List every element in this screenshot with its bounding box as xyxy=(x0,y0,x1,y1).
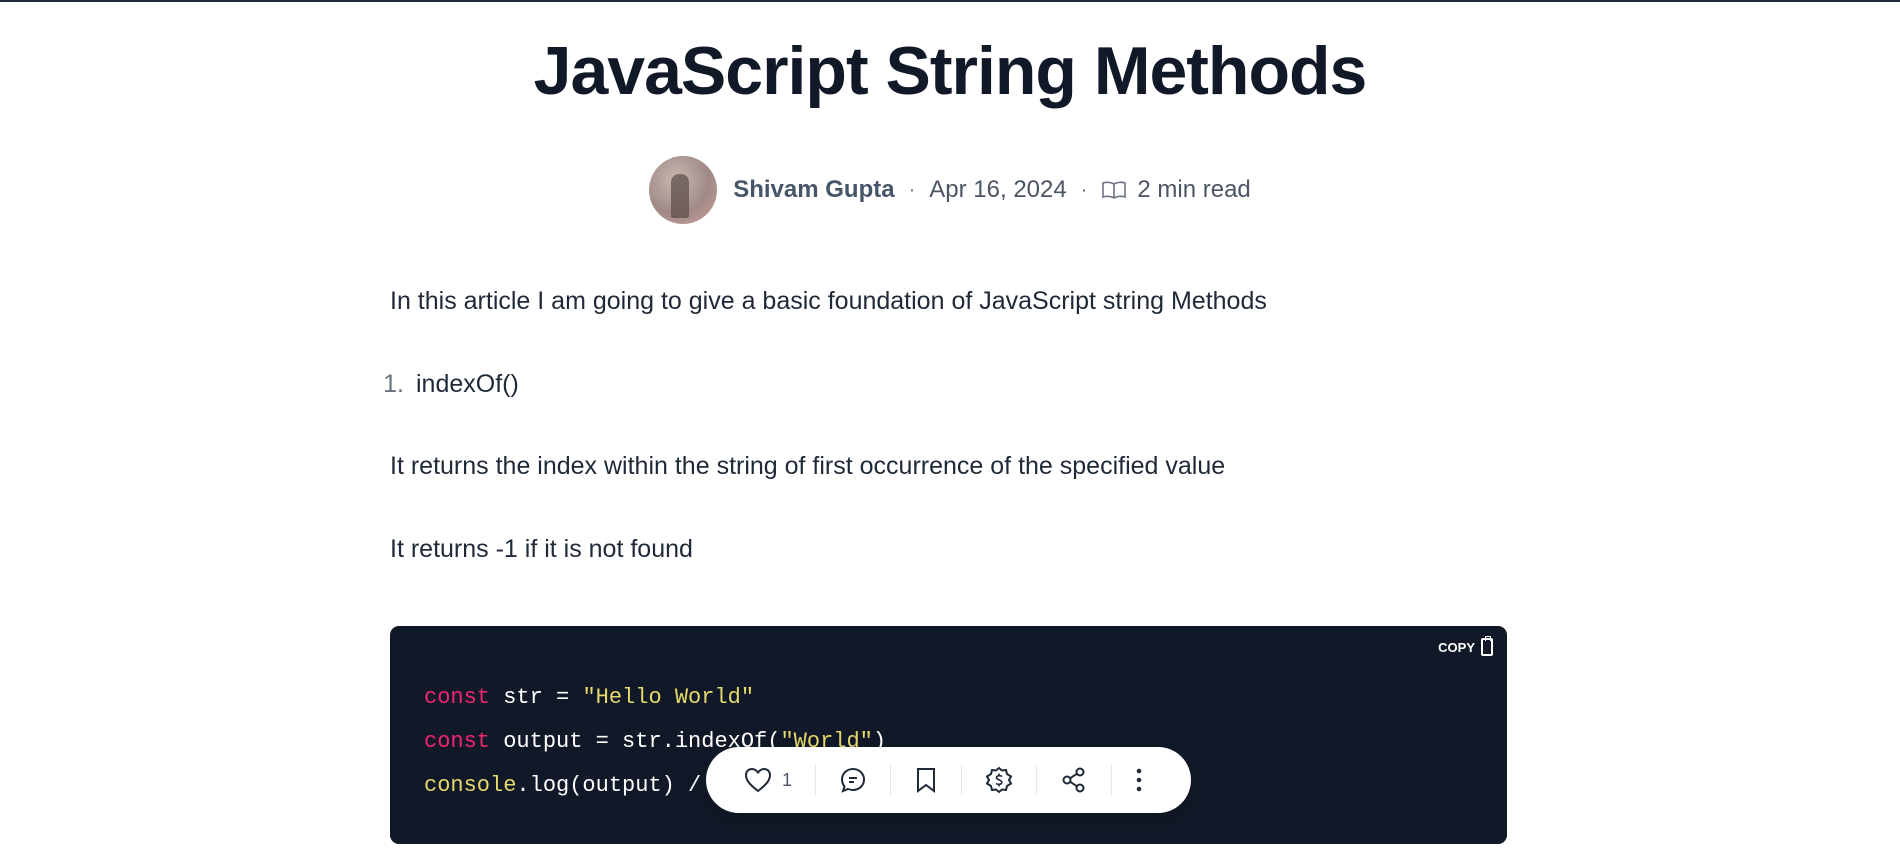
heart-icon xyxy=(744,767,772,793)
sponsor-button[interactable] xyxy=(962,763,1036,797)
floating-action-bar: 1 xyxy=(706,747,1191,813)
share-button[interactable] xyxy=(1037,763,1111,797)
author-avatar[interactable] xyxy=(649,156,718,224)
copy-label: COPY xyxy=(1438,639,1475,655)
comment-icon xyxy=(839,766,867,794)
code-text: str = xyxy=(490,685,583,710)
article-title: JavaScript String Methods xyxy=(533,33,1368,109)
more-vertical-icon xyxy=(1135,766,1143,794)
sponsor-dollar-icon xyxy=(985,766,1013,794)
share-icon xyxy=(1060,766,1088,794)
identifier: console xyxy=(424,773,517,798)
code-text: .log(output) / xyxy=(516,773,702,798)
list-number: 1. xyxy=(383,370,404,398)
bookmark-button[interactable] xyxy=(891,763,961,797)
like-button[interactable]: 1 xyxy=(744,763,815,797)
string-literal: "Hello World" xyxy=(582,685,755,710)
article-meta: Shivam Gupta · Apr 16, 2024 · 2 min read xyxy=(0,156,1900,224)
publish-date: Apr 16, 2024 xyxy=(929,176,1067,203)
paragraph: It returns the index within the string o… xyxy=(390,452,1226,480)
list-item: 1. indexOf() xyxy=(348,370,519,399)
intro-paragraph: In this article I am going to give a bas… xyxy=(390,287,1267,315)
list-text: indexOf() xyxy=(416,370,519,398)
separator-dot: · xyxy=(908,178,916,201)
keyword: const xyxy=(424,685,491,710)
separator-dot: · xyxy=(1080,178,1088,201)
code-line: console.log(output) / xyxy=(424,773,701,798)
more-options-button[interactable] xyxy=(1112,763,1166,797)
read-time: 2 min read xyxy=(1137,176,1251,203)
keyword: const xyxy=(424,729,491,754)
code-line: const str = "Hello World" xyxy=(424,685,754,710)
book-icon xyxy=(1101,180,1127,200)
bookmark-icon xyxy=(914,766,938,794)
author-name[interactable]: Shivam Gupta xyxy=(733,176,894,204)
paragraph: It returns -1 if it is not found xyxy=(390,535,693,563)
comment-button[interactable] xyxy=(816,763,890,797)
clipboard-icon xyxy=(1481,636,1493,656)
copy-button[interactable]: COPY xyxy=(1438,636,1493,656)
like-count: 1 xyxy=(782,769,793,790)
